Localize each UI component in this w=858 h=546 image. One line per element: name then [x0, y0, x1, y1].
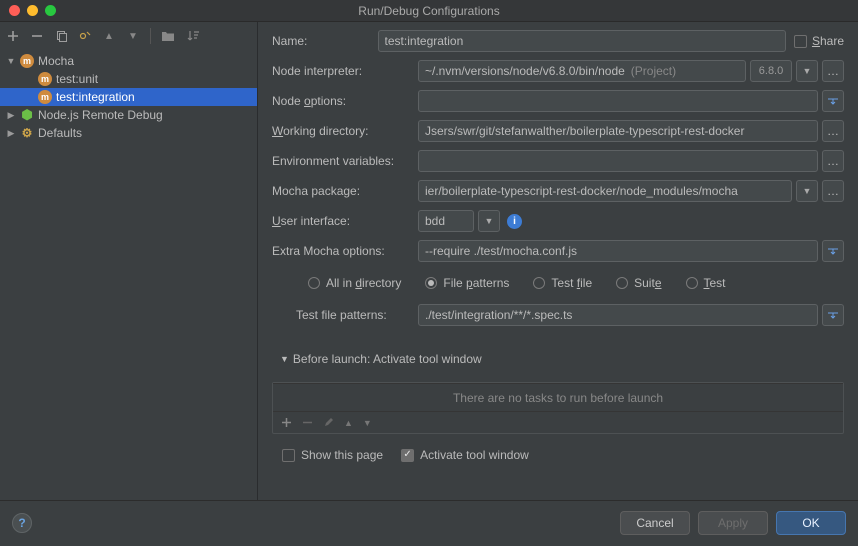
copy-config-icon[interactable]: [54, 29, 68, 43]
working-dir-input[interactable]: [418, 120, 818, 142]
minimize-window-button[interactable]: [27, 5, 38, 16]
test-pattern-label: Test file patterns:: [296, 308, 410, 322]
radio-file-patterns[interactable]: File patterns: [425, 276, 509, 290]
show-this-page-label: Show this page: [301, 448, 383, 462]
mocha-icon: m: [38, 90, 52, 104]
activate-tool-window-checkbox[interactable]: [401, 449, 414, 462]
expand-button[interactable]: [822, 90, 844, 112]
before-launch-header[interactable]: ▼ Before launch: Activate tool window: [272, 348, 844, 370]
edit-task-icon: [323, 417, 334, 428]
dialog-footer: ? Cancel Apply OK: [0, 500, 858, 544]
ok-button[interactable]: OK: [776, 511, 846, 535]
move-down-icon: ▼: [363, 418, 372, 428]
dropdown-icon[interactable]: ▼: [796, 180, 818, 202]
tree-label: Defaults: [38, 126, 82, 140]
folder-icon[interactable]: [161, 29, 175, 43]
mocha-icon: m: [20, 54, 34, 68]
before-launch-panel: There are no tasks to run before launch …: [272, 382, 844, 434]
env-vars-input[interactable]: [418, 150, 818, 172]
user-interface-label: User interface:: [272, 214, 410, 228]
node-interpreter-field[interactable]: ~/.nvm/versions/node/v6.8.0/bin/node (Pr…: [418, 60, 746, 82]
tree-node-nodejs-remote[interactable]: ▶ ⬢ Node.js Remote Debug: [0, 106, 257, 124]
share-label: Share: [812, 34, 844, 48]
show-this-page-checkbox[interactable]: [282, 449, 295, 462]
gear-icon: ⚙: [20, 126, 34, 140]
name-input[interactable]: [378, 30, 786, 52]
node-options-input[interactable]: [418, 90, 818, 112]
tree-node-test-unit[interactable]: m test:unit: [0, 70, 257, 88]
radio-all-in-directory[interactable]: All in directory: [308, 276, 401, 290]
window-title: Run/Debug Configurations: [0, 4, 858, 18]
node-interpreter-label: Node interpreter:: [272, 64, 410, 78]
name-label: Name:: [272, 34, 370, 48]
move-up-icon: ▲: [344, 418, 353, 428]
add-config-icon[interactable]: [6, 29, 20, 43]
node-options-label: Node options:: [272, 94, 410, 108]
dropdown-icon[interactable]: ▼: [478, 210, 500, 232]
radio-test[interactable]: Test: [686, 276, 726, 290]
browse-button[interactable]: …: [822, 60, 844, 82]
working-dir-label: Working directory:: [272, 124, 410, 138]
env-vars-label: Environment variables:: [272, 154, 410, 168]
add-task-icon[interactable]: [281, 417, 292, 428]
tree-label: Node.js Remote Debug: [38, 108, 163, 122]
extra-mocha-input[interactable]: [418, 240, 818, 262]
browse-button[interactable]: …: [822, 120, 844, 142]
tree-node-test-integration[interactable]: m test:integration: [0, 88, 257, 106]
close-window-button[interactable]: [9, 5, 20, 16]
cancel-button[interactable]: Cancel: [620, 511, 690, 535]
info-icon[interactable]: i: [507, 214, 522, 229]
zoom-window-button[interactable]: [45, 5, 56, 16]
sidebar-toolbar: ▲ ▼: [0, 22, 257, 50]
dropdown-icon[interactable]: ▼: [796, 60, 818, 82]
test-kind-group: All in directory File patterns Test file…: [272, 270, 844, 296]
move-up-icon[interactable]: ▲: [102, 29, 116, 43]
configurations-tree: ▼ m Mocha m test:unit m test:integration…: [0, 50, 257, 500]
mocha-icon: m: [38, 72, 52, 86]
tree-label: test:integration: [56, 90, 135, 104]
mocha-package-input[interactable]: [418, 180, 792, 202]
titlebar: Run/Debug Configurations: [0, 0, 858, 22]
configurations-sidebar: ▲ ▼ ▼ m Mocha m test:unit m test:integra…: [0, 22, 258, 500]
tree-label: test:unit: [56, 72, 98, 86]
test-pattern-input[interactable]: [418, 304, 818, 326]
remove-task-icon: [302, 417, 313, 428]
radio-test-file[interactable]: Test file: [533, 276, 592, 290]
user-interface-input[interactable]: [418, 210, 474, 232]
browse-button[interactable]: …: [822, 180, 844, 202]
before-launch-empty-text: There are no tasks to run before launch: [273, 383, 843, 411]
mocha-package-label: Mocha package:: [272, 184, 410, 198]
share-checkbox[interactable]: [794, 35, 807, 48]
radio-suite[interactable]: Suite: [616, 276, 661, 290]
tree-label: Mocha: [38, 54, 74, 68]
activate-tool-window-label: Activate tool window: [420, 448, 529, 462]
tree-node-mocha[interactable]: ▼ m Mocha: [0, 52, 257, 70]
help-button[interactable]: ?: [12, 513, 32, 533]
nodejs-icon: ⬢: [20, 108, 34, 122]
settings-icon[interactable]: [78, 29, 92, 43]
node-version-chip: 6.8.0: [750, 60, 792, 82]
tree-node-defaults[interactable]: ▶ ⚙ Defaults: [0, 124, 257, 142]
config-form: Name: Share Node interpreter: ~/.nvm/ver…: [258, 22, 858, 500]
expand-button[interactable]: [822, 304, 844, 326]
move-down-icon[interactable]: ▼: [126, 29, 140, 43]
apply-button[interactable]: Apply: [698, 511, 768, 535]
remove-config-icon[interactable]: [30, 29, 44, 43]
browse-button[interactable]: …: [822, 150, 844, 172]
extra-mocha-label: Extra Mocha options:: [272, 244, 410, 258]
expand-button[interactable]: [822, 240, 844, 262]
sort-icon[interactable]: [185, 29, 199, 43]
